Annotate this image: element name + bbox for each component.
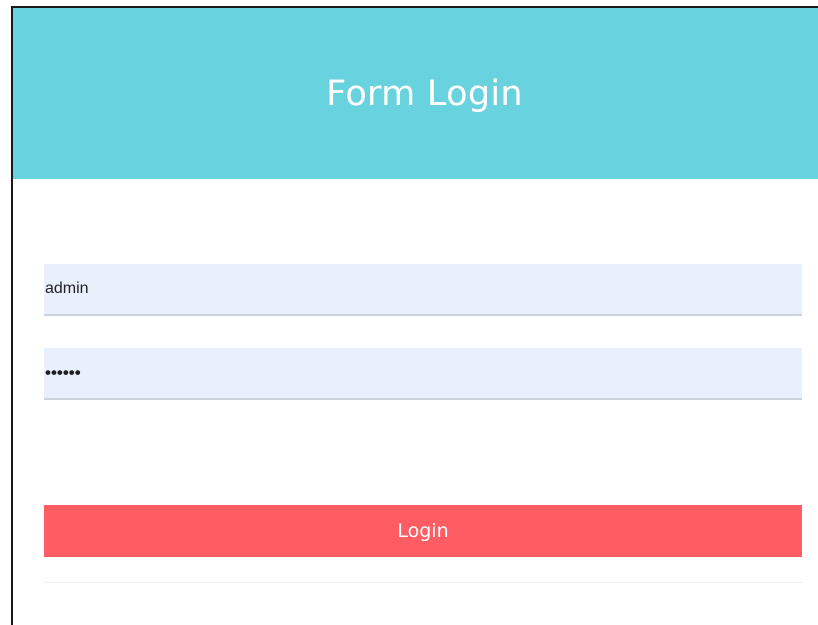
form-title: Form Login <box>326 73 523 114</box>
login-form-card: Form Login Login <box>11 6 818 625</box>
username-input[interactable] <box>44 264 802 316</box>
form-header: Form Login <box>13 8 818 179</box>
divider <box>44 582 802 583</box>
password-input[interactable] <box>44 348 802 400</box>
login-button[interactable]: Login <box>44 505 802 557</box>
